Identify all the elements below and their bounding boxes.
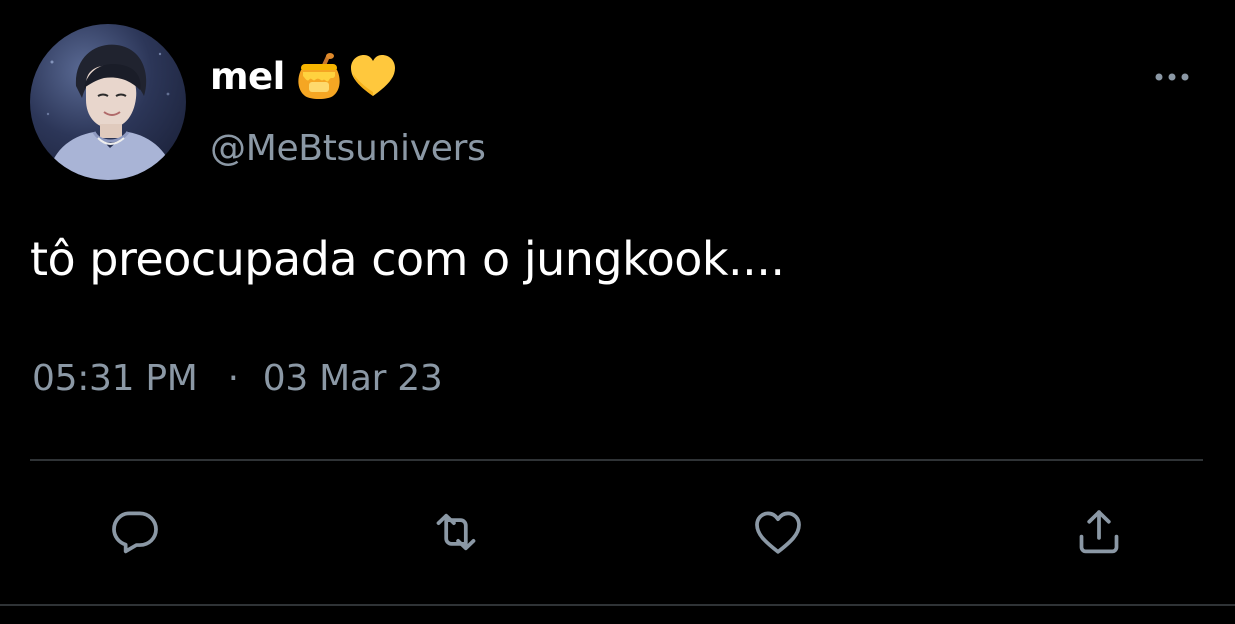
tweet-date[interactable]: 03 Mar 23 — [263, 358, 443, 399]
tweet-text: tô preocupada com o jungkook.... — [30, 232, 785, 286]
avatar-image — [46, 44, 174, 180]
share-button[interactable] — [1069, 502, 1129, 562]
meta-separator: · — [227, 358, 239, 399]
yellow-heart-icon — [347, 50, 399, 102]
share-icon — [1079, 510, 1119, 554]
bottom-divider — [0, 604, 1235, 606]
username[interactable]: @MeBtsunivers — [210, 128, 486, 169]
avatar[interactable] — [30, 24, 186, 180]
reply-icon — [112, 511, 158, 554]
display-name-row[interactable]: mel — [210, 48, 399, 104]
tweet-timestamp[interactable]: 05:31 PM · 03 Mar 23 — [32, 358, 443, 399]
reply-button[interactable] — [105, 502, 165, 562]
retweet-button[interactable] — [426, 502, 486, 562]
more-options-button[interactable] — [1148, 62, 1198, 92]
display-name[interactable]: mel — [210, 55, 285, 98]
honey-pot-icon — [293, 50, 345, 102]
like-icon — [755, 511, 801, 554]
divider — [30, 459, 1203, 461]
like-button[interactable] — [748, 502, 808, 562]
tweet-time[interactable]: 05:31 PM — [32, 358, 198, 399]
tweet-card: mel @MeBtsunivers tô preocupada com o ju… — [0, 0, 1235, 624]
retweet-icon — [436, 513, 476, 551]
more-horizontal-icon — [1155, 73, 1189, 81]
